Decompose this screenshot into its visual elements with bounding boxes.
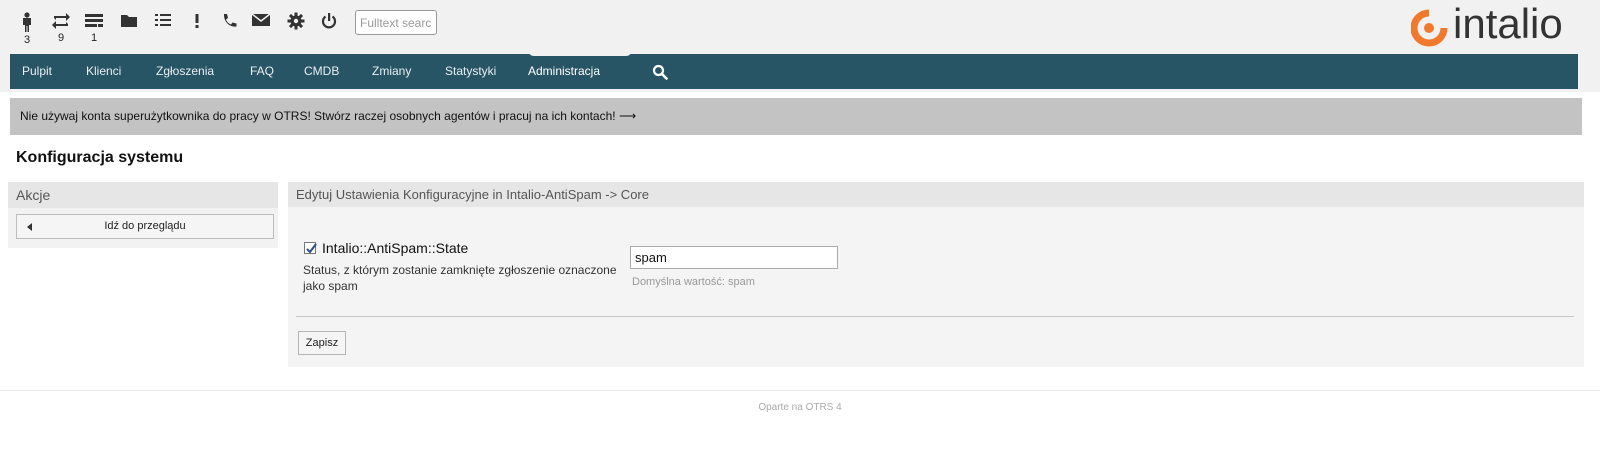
folder-icon[interactable] <box>118 12 140 28</box>
gear-icon[interactable] <box>285 12 307 30</box>
exclamation-icon[interactable] <box>186 12 208 30</box>
queue-view-icon[interactable]: 1 <box>83 12 105 44</box>
caret-left-icon <box>27 223 32 231</box>
setting-enabled-checkbox[interactable] <box>304 242 317 254</box>
nav-item-klienci[interactable]: Klienci <box>86 54 121 89</box>
nav-item-statystyki[interactable]: Statystyki <box>445 54 496 89</box>
main-navigation: Pulpit Klienci Zgłoszenia FAQ CMDB Zmian… <box>10 50 1578 89</box>
logo-mark-icon <box>1411 8 1449 47</box>
person-count: 3 <box>23 34 31 46</box>
power-icon[interactable] <box>318 12 340 30</box>
setting-value-input[interactable] <box>630 246 838 269</box>
queue-count: 1 <box>90 32 98 44</box>
footer-divider <box>0 390 1600 391</box>
panel-header: Edytuj Ustawienia Konfiguracyjne in Inta… <box>288 182 1584 207</box>
save-button[interactable]: Zapisz <box>298 331 346 355</box>
nav-item-zmiany[interactable]: Zmiany <box>372 54 411 89</box>
list-icon[interactable] <box>152 12 174 30</box>
nav-item-faq[interactable]: FAQ <box>250 54 274 89</box>
footer-powered-by-link[interactable]: Oparte na OTRS 4 <box>758 402 841 413</box>
default-value-label: Domyślna wartość: spam <box>632 276 755 288</box>
sidebar-header: Akcje <box>8 182 278 208</box>
nav-item-cmdb[interactable]: CMDB <box>304 54 339 89</box>
escalation-count: 9 <box>57 32 65 44</box>
config-edit-panel: Edytuj Ustawienia Konfiguracyjne in Inta… <box>288 182 1584 367</box>
phone-icon[interactable] <box>218 12 240 30</box>
footer: Oparte na OTRS 4 <box>0 402 1600 413</box>
superuser-warning-notice[interactable]: Nie używaj konta superużytkownika do pra… <box>10 98 1582 135</box>
go-to-overview-button[interactable]: Idź do przeglądu <box>16 214 274 239</box>
notice-text[interactable]: Nie używaj konta superużytkownika do pra… <box>20 109 636 123</box>
divider <box>296 316 1574 317</box>
fulltext-search-input[interactable] <box>355 10 437 35</box>
person-icon[interactable]: 3 <box>16 12 38 46</box>
nav-item-administracja[interactable]: Administracja <box>528 54 600 89</box>
escalation-icon[interactable]: 9 <box>50 12 72 44</box>
intalio-logo: intalio <box>1411 0 1591 48</box>
page-title: Konfiguracja systemu <box>16 149 184 166</box>
overview-button-label: Idź do przeglądu <box>104 220 186 232</box>
logo-text: intalio <box>1453 0 1563 47</box>
nav-item-zgloszenia[interactable]: Zgłoszenia <box>156 54 214 89</box>
checkmark-icon <box>306 243 317 254</box>
search-icon[interactable] <box>652 64 668 80</box>
actions-sidebar: Akcje Idź do przeglądu <box>8 182 278 248</box>
envelope-icon[interactable] <box>250 12 272 28</box>
setting-description: Status, z którym zostanie zamknięte zgło… <box>303 263 617 293</box>
nav-item-pulpit[interactable]: Pulpit <box>22 54 52 89</box>
setting-name: Intalio::AntiSpam::State <box>322 240 469 256</box>
